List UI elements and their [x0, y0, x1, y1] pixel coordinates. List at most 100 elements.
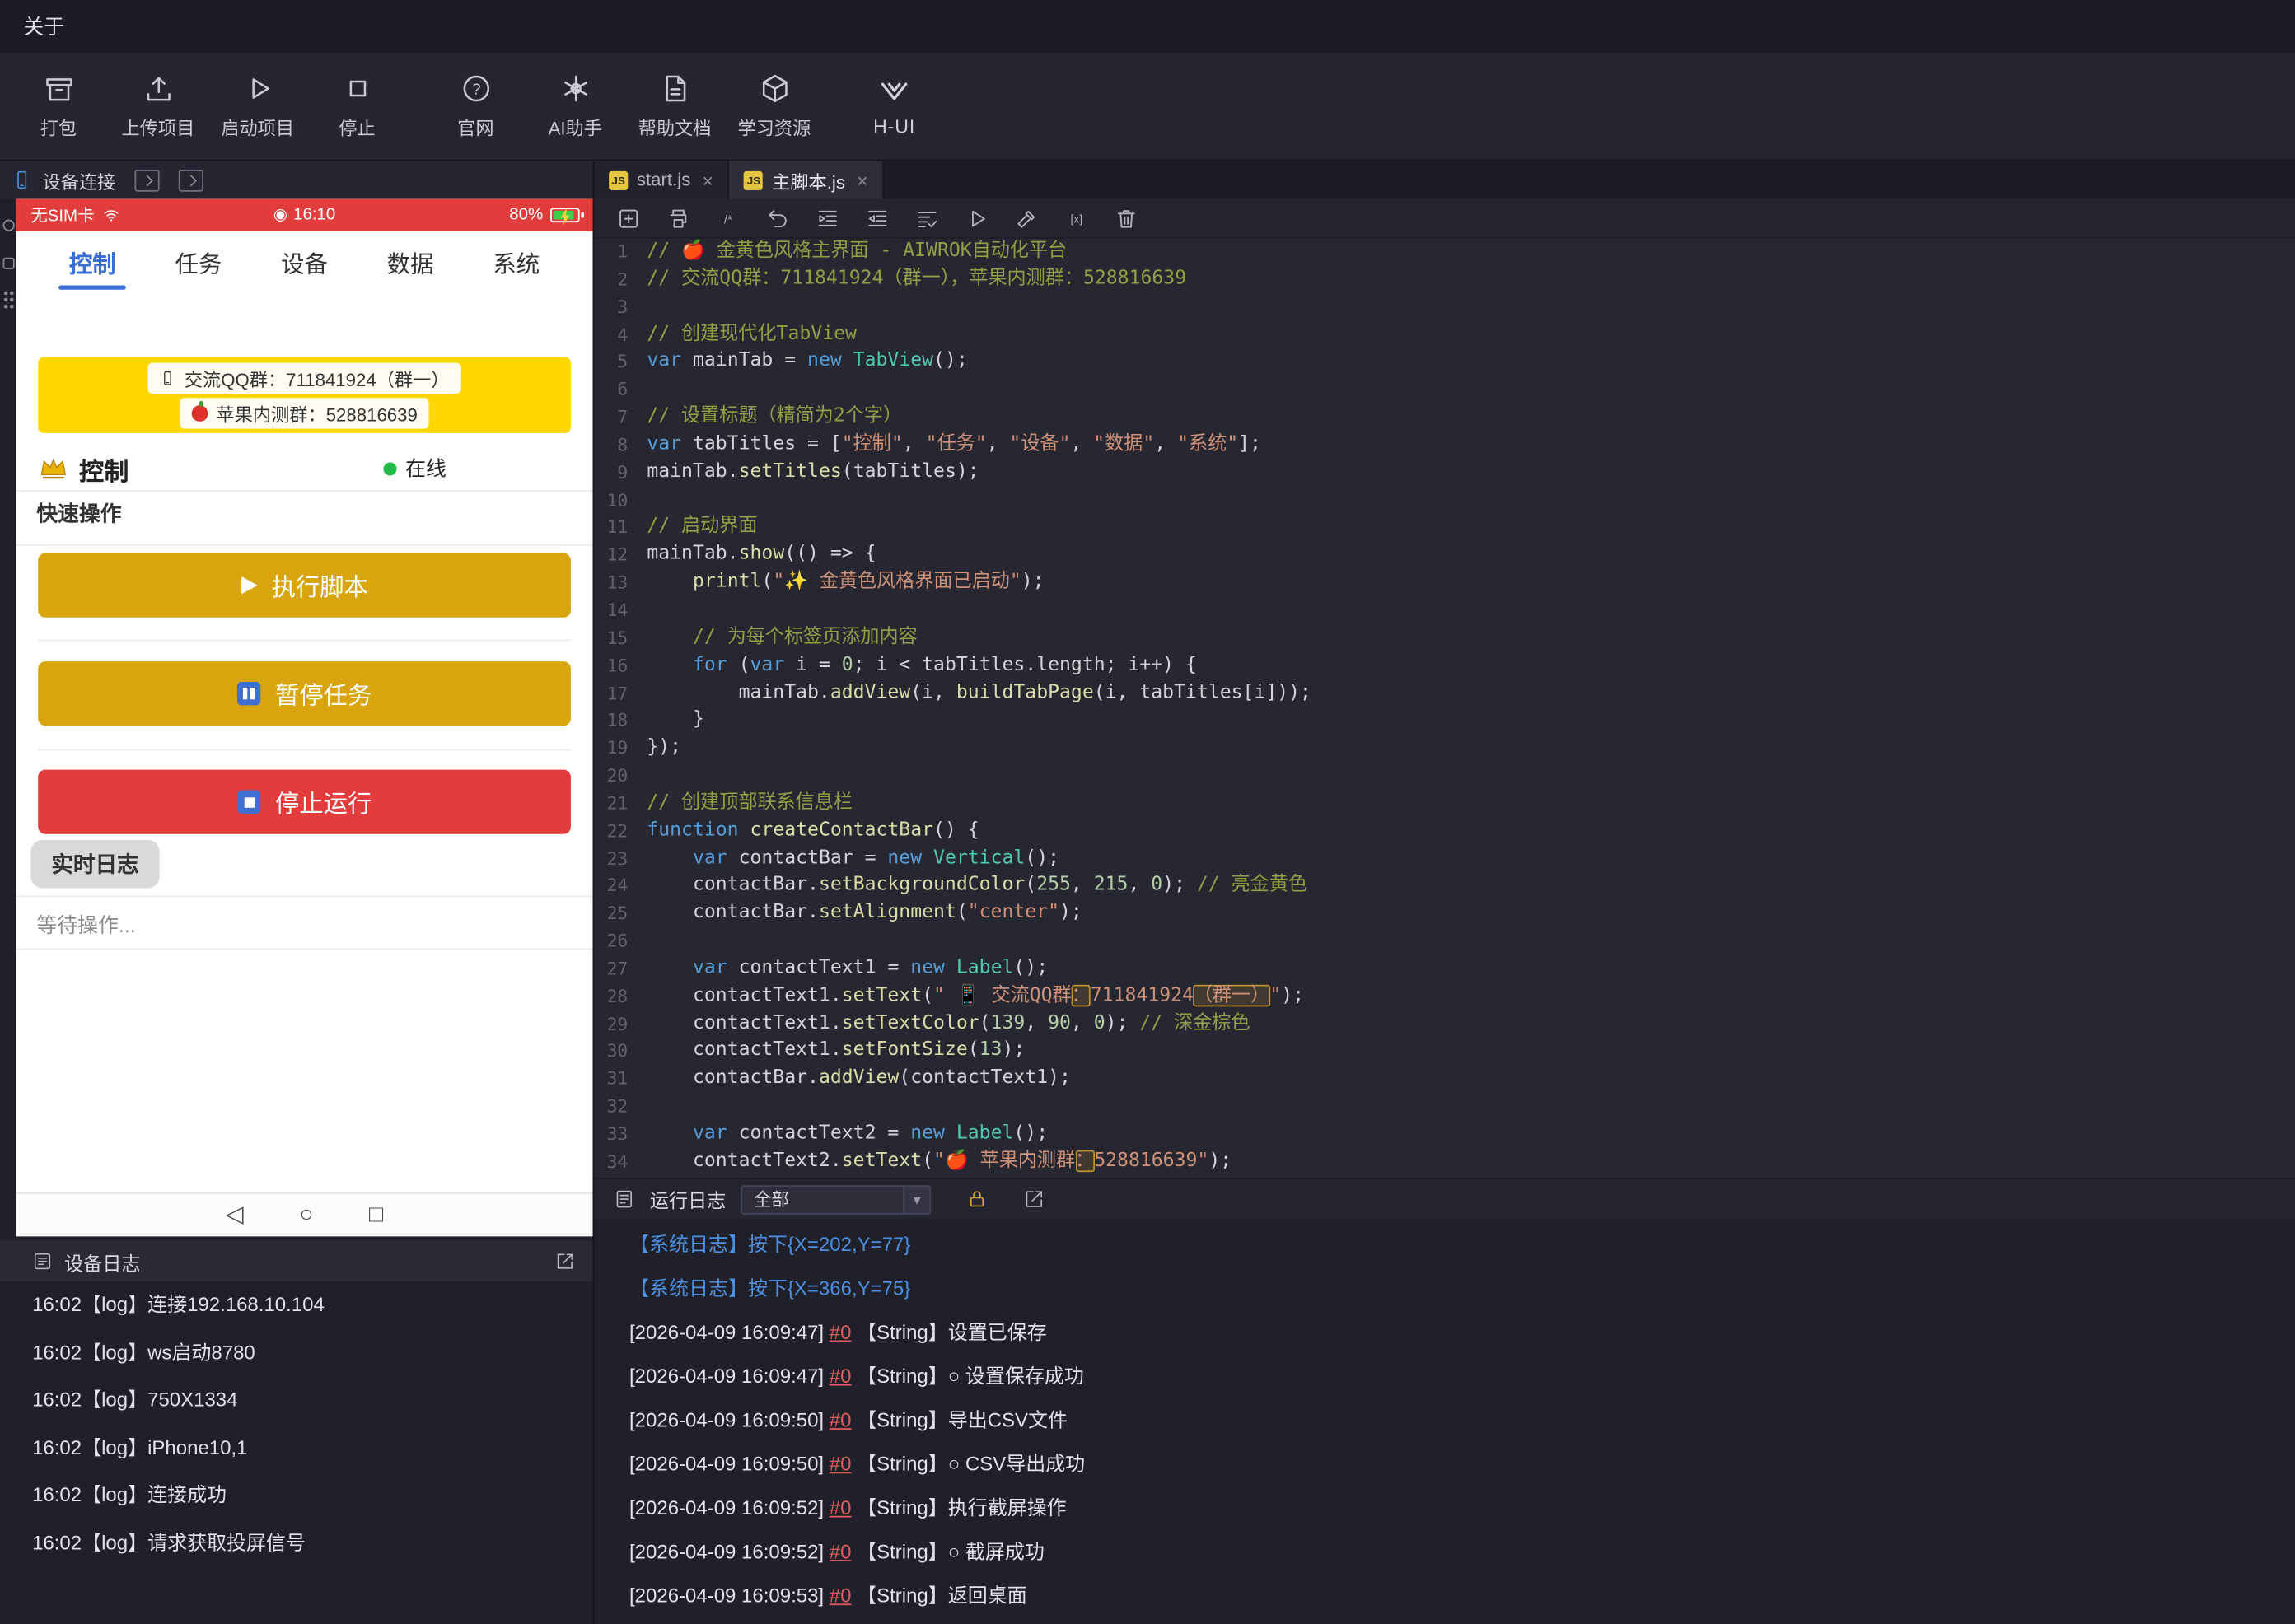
print-icon[interactable]	[666, 206, 690, 231]
bracket-x-icon[interactable]: [x]	[1064, 206, 1089, 231]
code-line[interactable]: 16 for (var i = 0; i < tabTitles.length;…	[594, 652, 2295, 679]
add-icon[interactable]	[616, 206, 641, 231]
line-number: 5	[617, 352, 629, 372]
code-line[interactable]: 33 var contactText2 = new Label();	[594, 1121, 2295, 1148]
code-line[interactable]: 7 // 设置标题（精简为2个字）	[594, 404, 2295, 432]
code-line[interactable]: 15 // 为每个标签页添加内容	[594, 624, 2295, 651]
code-line[interactable]: 26	[594, 928, 2295, 955]
toolbar-package-button[interactable]: 打包	[9, 53, 109, 160]
code-line[interactable]: 32	[594, 1094, 2295, 1121]
editor-tab-start.js[interactable]: JS start.js ×	[594, 161, 730, 199]
phone-tab-系统[interactable]: 系统	[493, 231, 540, 293]
code-line[interactable]: 6	[594, 376, 2295, 404]
run-log-entry: [2026-04-09 16:09:52] #0 【String】执行截屏操作	[629, 1496, 1067, 1519]
strip-grid-icon[interactable]	[2, 289, 14, 310]
toolbar-resources-button[interactable]: 学习资源	[725, 53, 825, 160]
code-line[interactable]: 34 contactText2.setText("🍎 苹果内测群：5288166…	[594, 1149, 2295, 1176]
phone-tab-设备[interactable]: 设备	[281, 231, 328, 293]
toolbar-docs-button[interactable]: 帮助文档	[625, 53, 725, 160]
line-number: 34	[606, 1151, 629, 1172]
mirror-scale-button-2[interactable]	[178, 169, 204, 191]
phone-stop-running-button[interactable]: 停止运行	[38, 769, 571, 834]
code-line[interactable]: 31 contactBar.addView(contactText1);	[594, 1066, 2295, 1093]
format-check-icon[interactable]	[914, 206, 939, 231]
code-line[interactable]: 17 mainTab.addView(i, buildTabPage(i, ta…	[594, 679, 2295, 707]
section-title: 控制	[78, 457, 129, 486]
record-dot-icon: ◉	[273, 205, 287, 223]
code-editor-panel: JS start.js × JS 主脚本.js × /* [x] 1 // 🍎 金黄色风格主界…	[592, 161, 2295, 1178]
code-line[interactable]: 22 function createContactBar() {	[594, 818, 2295, 845]
phone-tab-数据[interactable]: 数据	[387, 231, 434, 293]
code-line[interactable]: 21 // 创建顶部联系信息栏	[594, 790, 2295, 817]
code-line[interactable]: 30 contactText1.setFontSize(13);	[594, 1038, 2295, 1066]
divider	[38, 749, 571, 751]
code-line-text: mainTab.show(() => {	[647, 543, 876, 566]
strip-refresh-icon[interactable]	[2, 219, 14, 231]
code-line[interactable]: 2 // 交流QQ群：711841924（群一），苹果内测群：528816639	[594, 266, 2295, 293]
code-line[interactable]: 8 var tabTitles = ["控制", "任务", "设备", "数据"…	[594, 432, 2295, 459]
code-line[interactable]: 27 var contactText1 = new Label();	[594, 955, 2295, 982]
recent-square-icon[interactable]: □	[369, 1203, 383, 1226]
expand-icon[interactable]	[1023, 1188, 1045, 1211]
close-tab-icon[interactable]: ×	[857, 169, 867, 191]
code-line[interactable]: 28 contactText1.setText(" 📱 交流QQ群：711841…	[594, 983, 2295, 1010]
phone-tab-控制[interactable]: 控制	[69, 231, 116, 293]
editor-tab-主脚本.js[interactable]: JS 主脚本.js ×	[729, 161, 885, 199]
code-line[interactable]: 13 printl("✨ 金黄色风格界面已启动");	[594, 569, 2295, 596]
log-filter-select[interactable]: 全部 ▼	[741, 1184, 932, 1214]
editor-tab-bar: JS start.js × JS 主脚本.js ×	[594, 161, 2295, 199]
build-icon[interactable]	[1014, 206, 1039, 231]
code-line[interactable]: 14	[594, 597, 2295, 624]
phone-mirror[interactable]: 无SIM卡 ◉ 16:10 80% 控制 任务 设备 数据 系统 交流QQ群：7…	[16, 198, 593, 1193]
toolbar-website-button[interactable]: ? 官网	[426, 53, 526, 160]
toolbar-stop-button[interactable]: 停止	[307, 53, 407, 160]
line-number: 23	[606, 847, 629, 869]
close-tab-icon[interactable]: ×	[703, 169, 713, 191]
code-line[interactable]: 23 var contactBar = new Vertical();	[594, 845, 2295, 872]
line-number: 4	[617, 324, 629, 345]
code-line-text: var contactText1 = new Label();	[692, 956, 1049, 979]
brand-logo: H-UI	[844, 76, 944, 137]
code-line[interactable]: 11 // 启动界面	[594, 514, 2295, 541]
expand-icon[interactable]	[554, 1251, 575, 1272]
phone-tab-任务[interactable]: 任务	[175, 231, 222, 293]
phone-pause-task-button[interactable]: 暂停任务	[38, 661, 571, 726]
toolbar-ai-button[interactable]: AI助手	[526, 53, 625, 160]
code-line[interactable]: 5 var mainTab = new TabView();	[594, 349, 2295, 376]
upload-icon	[141, 72, 175, 105]
toolbar-play-button[interactable]: 启动项目	[208, 53, 307, 160]
code-line[interactable]: 12 mainTab.show(() => {	[594, 542, 2295, 569]
back-triangle-icon[interactable]: ◁	[226, 1203, 244, 1226]
code-line[interactable]: 1 // 🍎 金黄色风格主界面 - AIWROK自动化平台	[594, 239, 2295, 266]
run-icon[interactable]	[965, 206, 989, 231]
menu-about[interactable]: 关于	[23, 12, 64, 41]
strip-panel-icon[interactable]	[2, 257, 14, 269]
code-line[interactable]: 10	[594, 487, 2295, 514]
code-line[interactable]: 24 contactBar.setBackgroundColor(255, 21…	[594, 873, 2295, 900]
code-line-text: var contactBar = new Vertical();	[692, 846, 1060, 869]
run-log-entry: [2026-04-09 16:09:50] #0 【String】○ CSV导出…	[629, 1453, 1086, 1476]
code-line[interactable]: 9 mainTab.setTitles(tabTitles);	[594, 459, 2295, 486]
code-line[interactable]: 25 contactBar.setAlignment("center");	[594, 900, 2295, 927]
code-line[interactable]: 20	[594, 763, 2295, 790]
code-editor[interactable]: 1 // 🍎 金黄色风格主界面 - AIWROK自动化平台 2 // 交流QQ群：71…	[594, 238, 2295, 1178]
live-log-title[interactable]: 实时日志	[30, 839, 160, 889]
code-line[interactable]: 18 }	[594, 707, 2295, 735]
phone-run-script-button[interactable]: 执行脚本	[38, 553, 571, 618]
indent-icon[interactable]	[816, 206, 840, 231]
mirror-scale-button-1[interactable]	[134, 169, 160, 191]
code-line[interactable]: 29 contactText1.setTextColor(139, 90, 0)…	[594, 1010, 2295, 1038]
outdent-icon[interactable]	[865, 206, 890, 231]
line-number: 1	[617, 241, 629, 263]
trash-icon[interactable]	[1114, 206, 1138, 231]
undo-icon[interactable]	[765, 206, 790, 231]
website-icon: ?	[459, 72, 493, 105]
block-comment-icon[interactable]: /*	[716, 206, 741, 231]
lock-icon[interactable]	[966, 1188, 989, 1211]
toolbar-upload-button[interactable]: 上传项目	[108, 53, 208, 160]
home-circle-icon[interactable]: ○	[299, 1203, 313, 1226]
log-filter-value: 全部	[754, 1189, 789, 1211]
code-line[interactable]: 4 // 创建现代化TabView	[594, 321, 2295, 348]
code-line[interactable]: 19});	[594, 735, 2295, 762]
code-line[interactable]: 3	[594, 294, 2295, 321]
